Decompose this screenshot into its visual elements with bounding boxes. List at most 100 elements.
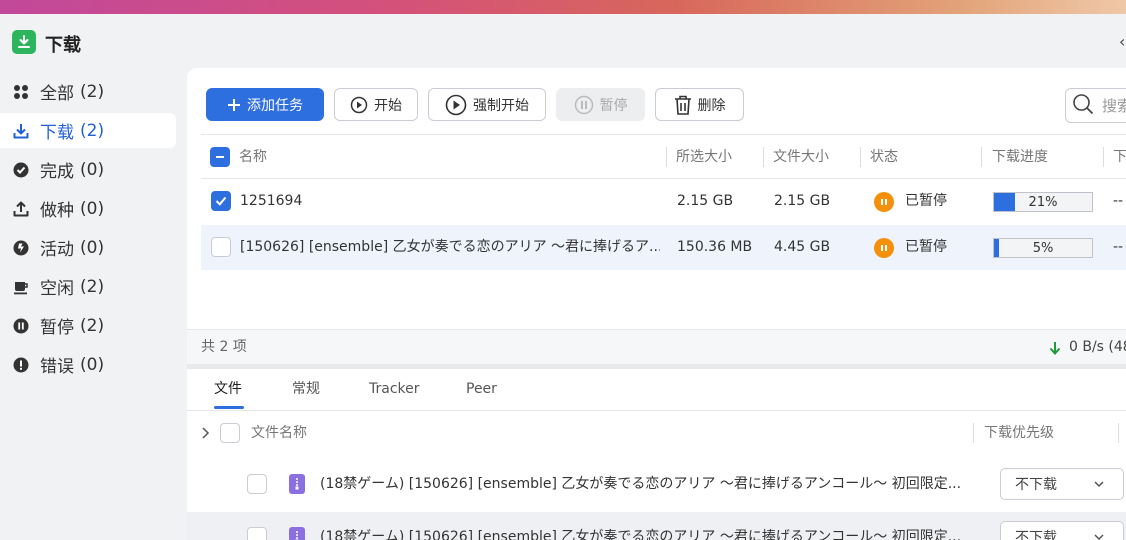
- progress-label: 5%: [1032, 241, 1054, 256]
- status-text: 已暂停: [905, 193, 947, 209]
- desktop-wallpaper-strip: [0, 0, 1126, 14]
- column-header-selected-size[interactable]: 所选大小: [676, 135, 732, 179]
- priority-select[interactable]: 不下载: [1000, 521, 1124, 540]
- pause-button[interactable]: 暂停: [556, 88, 645, 121]
- row-checkbox[interactable]: [211, 237, 231, 257]
- force-start-button[interactable]: 强制开始: [428, 88, 546, 121]
- file-table-header: 文件名称 下载优先级: [187, 411, 1126, 456]
- delete-label: 删除: [697, 97, 726, 114]
- column-divider[interactable]: [1103, 147, 1104, 167]
- column-divider[interactable]: [860, 147, 861, 167]
- sidebar-item-error[interactable]: 错误 (0): [0, 347, 176, 382]
- tab-files[interactable]: 文件: [214, 369, 242, 411]
- arrow-down-icon: [1049, 341, 1061, 355]
- pause-circle-icon: [574, 95, 594, 115]
- sidebar-item-label: 暂停: [40, 318, 74, 338]
- sidebar-item-label: 完成: [40, 162, 74, 182]
- archive-file-icon: [289, 474, 305, 494]
- chevron-right-icon[interactable]: [201, 426, 211, 444]
- select-all-files-checkbox[interactable]: [220, 423, 240, 443]
- play-circle-icon: [350, 96, 368, 114]
- sidebar-item-count: (2): [80, 315, 105, 336]
- column-header-file-name[interactable]: 文件名称: [251, 411, 307, 455]
- sidebar-item-all[interactable]: 全部 (2): [0, 74, 176, 109]
- pause-label: 暂停: [599, 97, 628, 114]
- column-divider[interactable]: [973, 423, 974, 443]
- search-input[interactable]: 搜索: [1065, 88, 1126, 123]
- column-header-priority[interactable]: 下载优先级: [984, 411, 1054, 455]
- tab-tracker[interactable]: Tracker: [369, 369, 420, 411]
- column-divider[interactable]: [666, 147, 667, 167]
- progress-label: 21%: [1028, 195, 1058, 210]
- column-divider[interactable]: [763, 147, 764, 167]
- detail-tabs: 文件 常规 Tracker Peer: [187, 369, 1126, 411]
- select-all-checkbox[interactable]: [210, 147, 230, 167]
- app-title: 下载: [45, 35, 81, 56]
- pause-circle-icon: [12, 317, 30, 335]
- toolbar: 添加任务 开始 强制开始 暂停 删除 搜索: [187, 68, 1126, 134]
- column-header-file-size[interactable]: 文件大小: [773, 135, 829, 179]
- add-task-label: 添加任务: [247, 97, 303, 114]
- file-size: 4.45 GB: [774, 239, 831, 255]
- tab-general[interactable]: 常规: [292, 369, 320, 411]
- task-name: [150626] [ensemble] 乙女が奏でる恋のアリア ～君に捧げるア.…: [240, 239, 660, 255]
- download-icon: [12, 122, 30, 140]
- table-row[interactable]: 1251694 2.15 GB 2.15 GB 已暂停 21% --: [201, 179, 1126, 224]
- row-checkbox[interactable]: [211, 191, 231, 211]
- sidebar-item-count: (0): [80, 198, 105, 219]
- next-column-value: --: [1113, 193, 1124, 209]
- next-column-value: --: [1113, 239, 1124, 255]
- priority-select[interactable]: 不下载: [1000, 468, 1124, 500]
- paused-status-icon: [874, 238, 894, 258]
- selected-size: 2.15 GB: [677, 193, 734, 209]
- column-header-next[interactable]: 下: [1113, 135, 1126, 179]
- column-divider[interactable]: [981, 147, 982, 167]
- start-button[interactable]: 开始: [334, 88, 418, 121]
- window-control-icon[interactable]: ‹: [1119, 32, 1125, 51]
- sidebar-item-count: (2): [80, 120, 105, 141]
- file-checkbox[interactable]: [247, 474, 267, 494]
- file-name: (18禁ゲーム) [150626] [ensemble] 乙女が奏でる恋のアリア…: [320, 476, 962, 492]
- delete-button[interactable]: 删除: [655, 88, 744, 121]
- priority-value: 不下载: [1015, 530, 1057, 540]
- error-circle-icon: [12, 356, 30, 374]
- column-divider[interactable]: [1118, 423, 1119, 443]
- progress-bar: 21%: [993, 192, 1093, 212]
- file-checkbox[interactable]: [247, 527, 267, 540]
- download-speed-text: 0 B/s (48: [1069, 339, 1126, 355]
- play-circle-icon: [445, 94, 467, 116]
- sidebar-item-label: 全部: [40, 84, 74, 104]
- file-name: (18禁ゲーム) [150626] [ensemble] 乙女が奏でる恋のアリア…: [320, 529, 962, 540]
- sidebar-item-count: (0): [80, 159, 105, 180]
- column-header-status[interactable]: 状态: [870, 135, 898, 179]
- sidebar-item-downloading[interactable]: 下载 (2): [0, 113, 176, 148]
- selected-size: 150.36 MB: [677, 239, 753, 255]
- sidebar-item-completed[interactable]: 完成 (0): [0, 152, 176, 187]
- paused-status-icon: [874, 192, 894, 212]
- chevron-down-icon: [1093, 478, 1105, 494]
- file-row[interactable]: (18禁ゲーム) [150626] [ensemble] 乙女が奏でる恋のアリア…: [187, 512, 1126, 540]
- sidebar-item-label: 活动: [40, 240, 74, 260]
- sidebar-item-paused[interactable]: 暂停 (2): [0, 308, 176, 343]
- active-tab-indicator: [214, 406, 244, 409]
- force-start-label: 强制开始: [473, 97, 529, 114]
- column-header-name[interactable]: 名称: [239, 135, 267, 179]
- sidebar-item-active[interactable]: 活动 (0): [0, 230, 176, 265]
- upload-icon: [12, 200, 30, 218]
- sidebar-item-count: (0): [80, 237, 105, 258]
- file-size: 2.15 GB: [774, 193, 831, 209]
- tab-peer[interactable]: Peer: [466, 369, 497, 411]
- column-header-progress[interactable]: 下载进度: [992, 135, 1048, 179]
- sidebar-item-idle[interactable]: 空闲 (2): [0, 269, 176, 304]
- table-row[interactable]: [150626] [ensemble] 乙女が奏でる恋のアリア ～君に捧げるア.…: [201, 225, 1126, 270]
- archive-file-icon: [289, 527, 305, 540]
- sidebar-item-seeding[interactable]: 做种 (0): [0, 191, 176, 226]
- search-placeholder: 搜索: [1102, 97, 1126, 115]
- status-footer: 共 2 项 0 B/s (48: [187, 329, 1126, 364]
- sidebar-item-label: 空闲: [40, 279, 74, 299]
- sidebar-item-count: (2): [80, 276, 105, 297]
- file-row[interactable]: (18禁ゲーム) [150626] [ensemble] 乙女が奏でる恋のアリア…: [187, 459, 1126, 509]
- plus-icon: [227, 98, 241, 112]
- add-task-button[interactable]: 添加任务: [206, 88, 324, 121]
- title-bar: 下载 ‹: [0, 14, 1126, 70]
